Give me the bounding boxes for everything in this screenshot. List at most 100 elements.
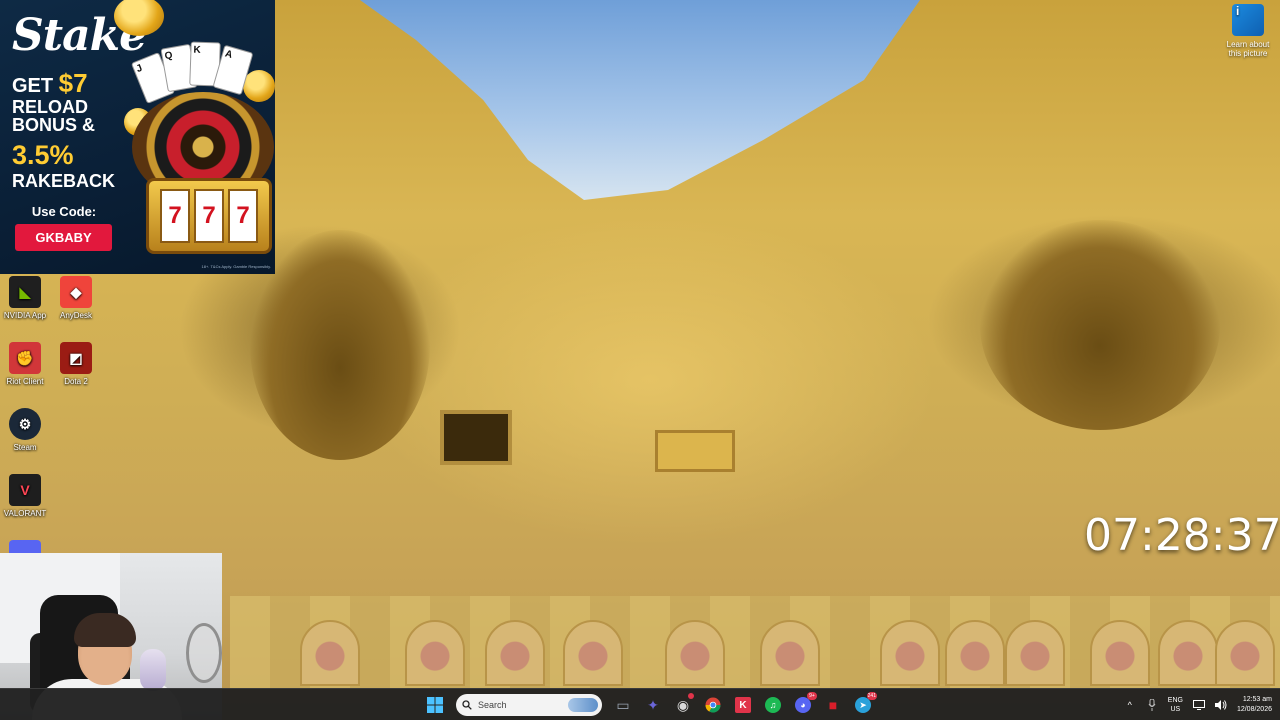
network-icon — [1192, 700, 1205, 710]
system-tray: ^ ENG US 12:53 am 12/08/2026 — [1124, 689, 1272, 720]
volume-tray-button[interactable] — [1214, 699, 1227, 711]
nvidia-icon: ◣ — [9, 276, 41, 308]
ad-rakeback-text: RAKEBACK — [12, 171, 115, 191]
discord-badge: 9+ — [807, 692, 817, 700]
microphone-icon — [1148, 699, 1156, 711]
wallpaper-frieze-arch — [1090, 620, 1150, 686]
desktop-icon-anydesk[interactable]: ◆ AnyDesk — [48, 276, 104, 320]
wallpaper-frieze-arch — [945, 620, 1005, 686]
taskbar-app-discord[interactable]: ◕ 9+ — [790, 692, 817, 718]
taskbar-app-chrome[interactable] — [700, 692, 726, 718]
desktop-icon-label: VALORANT — [3, 509, 47, 518]
taskbar-time: 12:53 am — [1242, 696, 1272, 703]
wallpaper-frieze-arch — [760, 620, 820, 686]
slot-reel: 7 — [194, 189, 224, 243]
red-app-icon: ■ — [828, 697, 838, 713]
teams-icon: ✦ — [647, 696, 659, 713]
wallpaper-frieze-arch — [1158, 620, 1218, 686]
chrome-icon — [705, 697, 721, 713]
spotlight-info-icon: i — [1232, 4, 1264, 36]
wallpaper-frieze-arch — [665, 620, 725, 686]
ad-code-label: Use Code: — [31, 204, 97, 219]
wallpaper-frieze-arch — [880, 620, 940, 686]
show-hidden-icons-button[interactable]: ^ — [1124, 699, 1136, 711]
valorant-icon: V — [9, 474, 41, 506]
microphone-tray-button[interactable] — [1146, 699, 1158, 711]
desktop-icon-label: NVIDIA App — [3, 311, 47, 320]
steam-icon: ⚙ — [9, 408, 41, 440]
wallpaper-sky — [360, 0, 920, 200]
wallpaper-frieze-arch — [563, 620, 623, 686]
windows-icon — [427, 697, 443, 713]
taskbar-app-teams[interactable]: ✦ — [640, 692, 666, 718]
coin-icon — [114, 0, 164, 36]
wallpaper-frieze-arch — [300, 620, 360, 686]
stake-ad-banner[interactable]: Stake J Q K A GET $7 RELOAD BONUS & 3.5%… — [0, 0, 275, 274]
search-placeholder: Search — [478, 700, 507, 710]
slot-machine-image: 7 7 7 — [146, 178, 272, 254]
taskbar-search-box[interactable]: Search — [456, 694, 602, 716]
wallpaper-cave-arch — [980, 220, 1220, 430]
slot-reel: 7 — [228, 189, 258, 243]
stream-clock: 07:28:37 — [1084, 510, 1280, 561]
learn-label-line1: Learn about — [1226, 40, 1270, 49]
spotify-icon: ♫ — [765, 697, 781, 713]
wallpaper-frieze-arch — [1005, 620, 1065, 686]
start-button[interactable] — [422, 692, 448, 718]
wallpaper-frieze-arch — [485, 620, 545, 686]
taskbar-app-file-explorer[interactable]: ▭ — [610, 692, 636, 718]
learn-label-line2: this picture — [1228, 49, 1268, 58]
search-icon — [462, 700, 472, 710]
desktop-icon-dota2[interactable]: ◩ Dota 2 — [48, 342, 104, 386]
ad-promo-code-button[interactable]: GKBABY — [15, 224, 112, 251]
wallpaper-niche — [440, 410, 512, 465]
ad-get-line: GET $7 — [12, 68, 88, 99]
info-glyph: i — [1236, 4, 1240, 18]
dota2-icon: ◩ — [60, 342, 92, 374]
slot-reel: 7 — [160, 189, 190, 243]
taskbar-center: Search ▭ ✦ ◉ K ♫ ◕ 9+ ■ ➤ 241 — [422, 692, 877, 718]
ad-fine-print: 18+. T&Cs Apply. Gamble Responsibly. — [201, 264, 271, 269]
app-k-icon: K — [735, 697, 751, 713]
volume-icon — [1214, 700, 1227, 710]
desktop-icon-riot-client[interactable]: ✊ Riot Client — [0, 342, 53, 386]
wallpaper-cave-arch — [250, 230, 430, 460]
network-tray-button[interactable] — [1192, 699, 1205, 711]
taskbar-app-k[interactable]: K — [730, 692, 756, 718]
desktop-icon-steam[interactable]: ⚙ Steam — [0, 408, 53, 452]
taskbar-app-obs[interactable]: ◉ — [670, 692, 696, 718]
telegram-badge: 241 — [866, 692, 877, 700]
taskbar-app-spotify[interactable]: ♫ — [760, 692, 786, 718]
clock-date-button[interactable]: 12:53 am 12/08/2026 — [1237, 695, 1272, 715]
wallpaper-frieze-arch — [405, 620, 465, 686]
anydesk-icon: ◆ — [60, 276, 92, 308]
desktop-icon-label: Dota 2 — [64, 377, 88, 386]
webcam-fan — [186, 623, 222, 683]
desktop-icon-label: AnyDesk — [59, 311, 92, 320]
riot-client-icon: ✊ — [9, 342, 41, 374]
language-code: ENG — [1167, 697, 1183, 704]
ad-percent: 3.5% — [12, 140, 74, 170]
notification-dot — [688, 693, 694, 699]
webcam-microphone — [140, 649, 166, 691]
ad-get-text: GET — [12, 75, 59, 97]
desktop-icon-label: Steam — [13, 443, 37, 452]
file-explorer-window-icon: ▭ — [616, 696, 630, 713]
ad-amount: $7 — [58, 68, 88, 98]
obs-icon: ◉ — [676, 696, 690, 713]
wallpaper-frieze-arch — [1215, 620, 1275, 686]
desktop-icon-valorant[interactable]: V VALORANT — [0, 474, 53, 518]
taskbar-app-telegram[interactable]: ➤ 241 — [850, 692, 877, 718]
taskbar-app-red[interactable]: ■ — [820, 692, 846, 718]
taskbar-date: 12/08/2026 — [1236, 706, 1272, 713]
webcam-streamer-hair — [74, 613, 136, 647]
ad-reload-text: RELOAD BONUS & — [12, 97, 96, 135]
learn-about-picture-button[interactable]: i Learn about this picture — [1220, 4, 1276, 58]
discord-icon — [9, 540, 41, 554]
desktop-icon-nvidia-app[interactable]: ◣ NVIDIA App — [0, 276, 53, 320]
taskbar: Search ▭ ✦ ◉ K ♫ ◕ 9+ ■ ➤ 241 ^ ENG US 1… — [0, 688, 1280, 720]
language-region: US — [1170, 706, 1181, 713]
language-indicator[interactable]: ENG US — [1168, 696, 1183, 714]
search-highlight-image — [568, 698, 598, 712]
wallpaper-niche — [655, 430, 735, 472]
